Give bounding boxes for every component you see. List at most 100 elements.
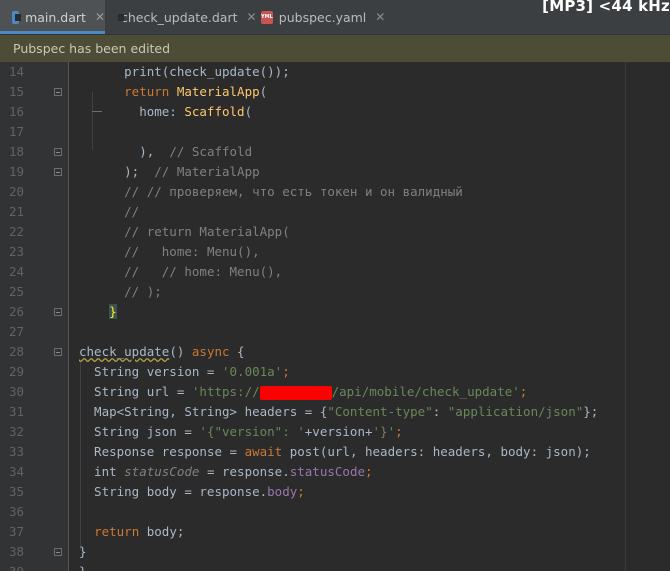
code-text: //	[79, 202, 139, 222]
code-line[interactable]: 33 Response response = await post(url, h…	[0, 442, 670, 462]
code-line[interactable]: 20 // // проверяем, что есть токен и он …	[0, 182, 670, 202]
code-token: return	[94, 524, 140, 539]
line-number: 23	[8, 244, 24, 259]
code-text: print(check_update());	[79, 62, 290, 82]
code-line[interactable]: 34 int statusCode = response.statusCode;	[0, 462, 670, 482]
code-token: Response response =	[79, 444, 245, 459]
code-token: ;	[297, 484, 305, 499]
close-tab-icon[interactable]: ✕	[247, 10, 257, 24]
code-line[interactable]: 26 }	[0, 302, 670, 322]
code-line[interactable]: 25 // );	[0, 282, 670, 302]
code-line[interactable]: 24 // // home: Menu(),	[0, 262, 670, 282]
line-number: 31	[8, 404, 24, 419]
line-number: 35	[8, 484, 24, 499]
close-tab-icon[interactable]: ✕	[95, 10, 105, 24]
yaml-file-icon: YML	[261, 10, 273, 24]
code-line[interactable]: 35 String body = response.body;	[0, 482, 670, 502]
code-text: // home: Menu(),	[79, 242, 259, 262]
code-token: // MaterialApp	[154, 164, 260, 179]
code-token: Scaffold	[184, 104, 245, 119]
code-token: String version =	[79, 364, 222, 379]
code-token: // // проверяем, что есть токен и он вал…	[124, 184, 463, 199]
code-line[interactable]: 14 print(check_update());	[0, 62, 670, 82]
code-token: {	[229, 344, 245, 359]
code-token: // // home: Menu(),	[124, 264, 283, 279]
code-line[interactable]: 29 String version = '0.001a';	[0, 362, 670, 382]
line-number: 17	[8, 124, 24, 139]
fold-marker-icon[interactable]	[54, 88, 62, 96]
code-token: //	[124, 204, 140, 219]
tab-label: check_update.dart	[121, 9, 238, 25]
tab-label: main.dart	[25, 9, 86, 25]
code-token: await	[244, 444, 283, 459]
code-token: ;	[365, 464, 373, 479]
code-line[interactable]: 16 home: Scaffold(	[0, 102, 670, 122]
tab-check-update-dart[interactable]: check_update.dart ✕	[111, 0, 257, 34]
fold-marker-icon[interactable]	[54, 308, 62, 316]
code-line[interactable]: 18 ), // Scaffold	[0, 142, 670, 162]
fold-marker-icon[interactable]	[54, 348, 62, 356]
line-number: 30	[8, 384, 24, 399]
fold-marker-icon[interactable]	[54, 148, 62, 156]
line-number: 38	[8, 544, 24, 559]
code-token: }	[109, 304, 117, 319]
code-line[interactable]: 36	[0, 502, 670, 522]
code-line[interactable]: 37 return body;	[0, 522, 670, 542]
code-line[interactable]: 28 check_update() async {	[0, 342, 670, 362]
code-token: String url =	[79, 384, 192, 399]
code-token: MaterialApp	[176, 84, 260, 99]
code-text: // // home: Menu(),	[79, 262, 282, 282]
code-token: String body = response.	[79, 484, 268, 499]
line-number: 28	[8, 344, 24, 359]
code-line[interactable]: 27	[0, 322, 670, 342]
code-editor[interactable]: 14 print(check_update()); 15 return Mater…	[0, 62, 670, 571]
code-line[interactable]: 31 Map<String, String> headers = {"Conte…	[0, 402, 670, 422]
code-line[interactable]: 38}	[0, 542, 670, 562]
code-line[interactable]: 17	[0, 122, 670, 142]
code-line[interactable]: 21 //	[0, 202, 670, 222]
code-token: :	[432, 404, 448, 419]
code-token: "Content-type"	[327, 404, 433, 419]
fold-marker-icon[interactable]	[54, 168, 62, 176]
code-text: // return MaterialApp(	[79, 222, 290, 242]
code-token: // return MaterialApp(	[124, 224, 290, 239]
banner-text: Pubspec has been edited	[13, 41, 171, 56]
line-number: 33	[8, 444, 24, 459]
code-token: '0.001a'	[222, 364, 283, 379]
code-line[interactable]: 23 // home: Menu(),	[0, 242, 670, 262]
fold-marker-icon[interactable]	[54, 548, 62, 556]
code-text: ); // MaterialApp	[79, 162, 260, 182]
code-token: home:	[79, 104, 185, 119]
redaction-mark	[259, 385, 332, 400]
tab-pubspec-yaml[interactable]: YML pubspec.yaml ✕	[259, 0, 385, 34]
code-token: "application/json"	[447, 404, 584, 419]
editor-tab-bar: main.dart ✕ check_update.dart ✕ YML pubs…	[0, 0, 670, 35]
line-number: 15	[8, 84, 24, 99]
code-token: async	[191, 344, 230, 359]
code-line[interactable]: 39}	[0, 562, 670, 571]
line-number: 19	[8, 164, 24, 179]
code-line[interactable]: 15 return MaterialApp(	[0, 82, 670, 102]
code-token: }	[79, 544, 87, 559]
tab-main-dart[interactable]: main.dart ✕	[0, 0, 105, 34]
code-token: ;	[519, 384, 528, 399]
code-token: ;	[395, 424, 403, 439]
line-number: 22	[8, 224, 24, 239]
code-line[interactable]: 19 ); // MaterialApp	[0, 162, 670, 182]
line-number: 29	[8, 364, 24, 379]
code-line[interactable]: 32 String json = '{"version": '+version+…	[0, 422, 670, 442]
code-line[interactable]: 22 // return MaterialApp(	[0, 222, 670, 242]
code-line[interactable]: 30 String url = 'https:// /api/mobile/che…	[0, 382, 670, 402]
code-text: String json = '{"version": '+version+'}'…	[79, 422, 403, 442]
line-number: 32	[8, 424, 24, 439]
close-tab-icon[interactable]: ✕	[375, 10, 385, 24]
line-number: 36	[8, 504, 24, 519]
line-number: 14	[8, 64, 24, 79]
